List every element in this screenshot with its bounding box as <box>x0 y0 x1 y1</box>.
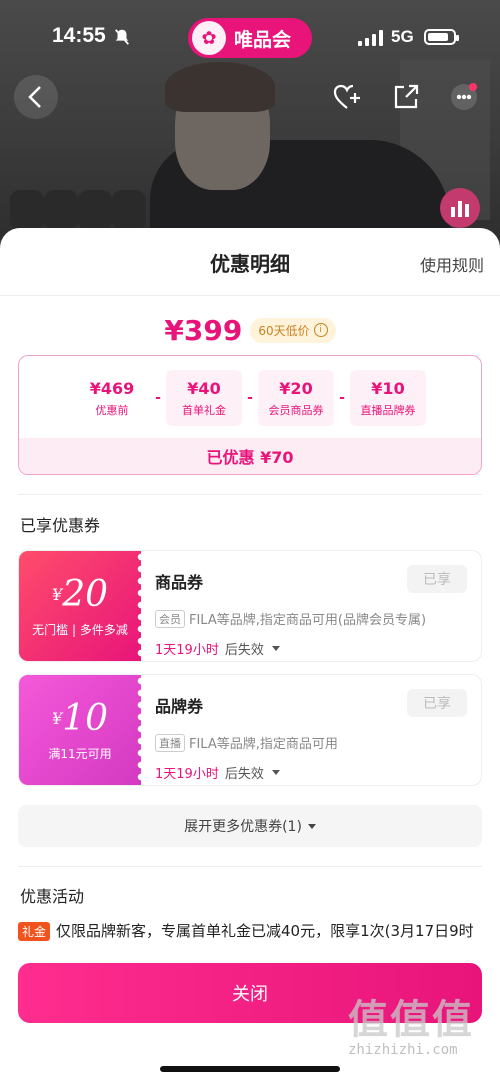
breakdown-label: 直播品牌券 <box>360 403 416 417</box>
coupon-type-badge: 会员 <box>155 609 185 628</box>
coupon-name: 商品券 <box>155 573 204 592</box>
coupon-condition: 满11元可用 <box>48 746 112 761</box>
more-button[interactable] <box>442 75 486 119</box>
expiry-time: 1天19小时 <box>155 643 219 658</box>
breakdown-label: 优惠前 <box>95 403 129 417</box>
caret-down-icon <box>271 770 280 775</box>
coupon-expiry[interactable]: 1天19小时 后失效 <box>155 639 280 658</box>
coupon-description: 直播 FILA等品牌,指定商品可用 <box>155 733 338 752</box>
low-price-tag[interactable]: 60天低价 i <box>250 317 336 343</box>
breakdown-amount: ¥40 <box>187 378 221 398</box>
share-button[interactable] <box>384 75 428 119</box>
coupon-amount: 20 <box>62 573 108 615</box>
rules-link[interactable]: 使用规则 <box>420 252 484 276</box>
battery-icon <box>424 29 459 45</box>
status-bar: 14:55 ✿ 唯品会 5G <box>0 0 500 70</box>
final-price: ¥399 <box>164 313 243 347</box>
status-time: 14:55 <box>52 24 106 47</box>
breakdown-item-live-brand-coupon: ¥10 直播品牌券 <box>350 370 426 426</box>
coupon-status-badge: 已享 <box>407 565 467 593</box>
expand-more-label: 展开更多优惠券(1) <box>184 819 302 835</box>
dumbbell-shape <box>44 190 78 230</box>
discount-detail-sheet: 优惠明细 使用规则 ¥399 60天低价 i ¥469 优惠前 - ¥40 首单… <box>0 228 500 1083</box>
dumbbell-shape <box>10 190 44 230</box>
minus-operator: - <box>155 390 161 406</box>
coupon-description: 会员 FILA等品牌,指定商品可用(品牌会员专属) <box>155 609 426 628</box>
caret-down-icon <box>271 646 280 651</box>
coupon-value: ¥10 <box>52 697 108 739</box>
coupon-card-product[interactable]: ¥20 无门槛 | 多件多减 商品券 已享 会员 FILA等品牌,指定商品可用(… <box>18 550 482 662</box>
divider <box>18 866 482 867</box>
expiry-time: 1天19小时 <box>155 767 219 782</box>
watermark-domain: zhizhizhi.com <box>348 1042 458 1058</box>
dumbbell-shape <box>78 190 112 230</box>
coupon-type-badge: 直播 <box>155 733 185 752</box>
currency-symbol: ¥ <box>52 708 63 728</box>
more-dots-icon <box>451 83 477 110</box>
promo-activity-text: 仅限品牌新客，专属首单礼金已减40元，限享1次(3月17日9时 <box>56 922 474 940</box>
minus-operator: - <box>247 390 253 406</box>
coupons-section-title: 已享优惠券 <box>20 516 101 535</box>
gift-money-tag: 礼金 <box>18 922 51 941</box>
low-price-label: 60天低价 <box>258 323 310 338</box>
activities-section-title: 优惠活动 <box>20 887 85 906</box>
coupon-status-badge: 已享 <box>407 689 467 717</box>
site-watermark: 值值值 zhizhizhi.com <box>348 998 496 1078</box>
breakdown-item-first-order-gift: ¥40 首单礼金 <box>166 370 242 426</box>
breakdown-item-original: ¥469 优惠前 <box>74 370 150 426</box>
mute-bell-icon <box>115 29 129 45</box>
coupon-name: 品牌券 <box>155 697 204 716</box>
home-indicator[interactable] <box>160 1066 340 1072</box>
total-saved: 已优惠 ¥70 <box>19 438 481 474</box>
favorite-button[interactable] <box>326 75 370 119</box>
price-breakdown: ¥469 优惠前 - ¥40 首单礼金 - ¥20 会员商品券 - ¥10 直播… <box>18 355 482 475</box>
coupon-scope-text: FILA等品牌,指定商品可用(品牌会员专属) <box>189 613 427 628</box>
coupon-expiry[interactable]: 1天19小时 后失效 <box>155 763 280 782</box>
coupon-value-panel: ¥20 无门槛 | 多件多减 <box>19 551 145 661</box>
chevron-left-icon <box>28 86 41 108</box>
coupon-value-panel: ¥10 满11元可用 <box>19 675 145 785</box>
currency-symbol: ¥ <box>52 584 63 604</box>
coupon-amount: 10 <box>62 697 108 739</box>
info-icon: i <box>313 323 328 337</box>
expand-more-coupons-button[interactable]: 展开更多优惠券(1) <box>18 805 482 847</box>
bar-chart-icon <box>451 201 469 217</box>
watermark-logo: 值值值 <box>348 997 474 1043</box>
divider <box>0 295 500 296</box>
expiry-suffix: 后失效 <box>224 767 264 782</box>
coupon-card-brand[interactable]: ¥10 满11元可用 品牌券 已享 直播 FILA等品牌,指定商品可用 1天19… <box>18 674 482 786</box>
coupon-perforated-edge <box>137 551 145 661</box>
coupon-perforated-edge <box>137 675 145 785</box>
caret-down-icon <box>307 823 316 829</box>
expiry-suffix: 后失效 <box>224 643 264 658</box>
app-brand-pill: ✿ 唯品会 <box>188 18 312 58</box>
minus-operator: - <box>339 390 345 406</box>
final-price-row: ¥399 60天低价 i <box>0 310 500 350</box>
breakdown-label: 首单礼金 <box>182 403 226 417</box>
signal-icon <box>358 30 383 46</box>
breakdown-item-member-coupon: ¥20 会员商品券 <box>258 370 334 426</box>
heart-plus-icon <box>333 84 360 109</box>
coupon-value: ¥20 <box>52 573 108 615</box>
dumbbell-shape <box>112 190 146 230</box>
app-brand-name: 唯品会 <box>234 28 292 51</box>
coupon-scope-text: FILA等品牌,指定商品可用 <box>189 737 338 752</box>
share-icon <box>394 84 419 109</box>
ranking-button[interactable] <box>440 188 480 228</box>
breakdown-label: 会员商品券 <box>268 403 324 417</box>
breakdown-amount: ¥10 <box>371 378 405 398</box>
divider <box>18 494 482 495</box>
back-button[interactable] <box>14 75 58 119</box>
rabbit-logo-icon: ✿ <box>192 21 226 55</box>
network-type: 5G <box>391 27 414 46</box>
breakdown-amount: ¥20 <box>279 378 313 398</box>
coupon-condition: 无门槛 | 多件多减 <box>32 622 128 637</box>
breakdown-amount: ¥469 <box>89 378 135 398</box>
